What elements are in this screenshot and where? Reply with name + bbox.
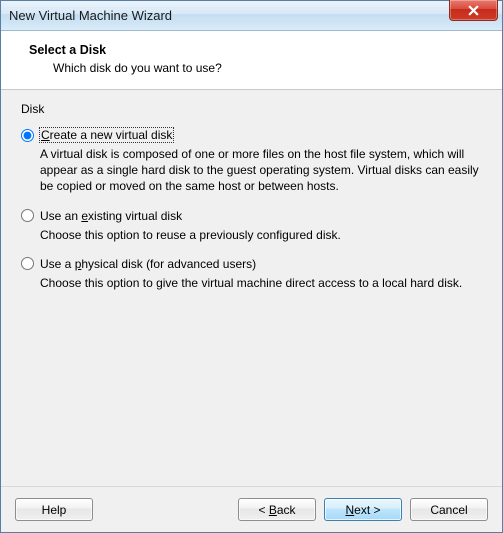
option-create-label: Create a new virtual disk [40, 128, 173, 142]
disk-group-label: Disk [21, 102, 482, 116]
option-physical-label: Use a physical disk (for advanced users) [40, 257, 256, 271]
option-physical-row[interactable]: Use a physical disk (for advanced users) [21, 257, 482, 271]
title-bar: New Virtual Machine Wizard [1, 1, 502, 31]
help-button[interactable]: Help [15, 498, 93, 521]
wizard-footer: Help < Back Next > Cancel [1, 486, 502, 532]
option-physical-desc: Choose this option to give the virtual m… [40, 275, 482, 291]
cancel-button[interactable]: Cancel [410, 498, 488, 521]
option-create-desc: A virtual disk is composed of one or mor… [40, 146, 482, 195]
option-create-row[interactable]: Create a new virtual disk [21, 128, 482, 142]
radio-physical[interactable] [21, 257, 34, 270]
option-create-new-disk: Create a new virtual disk A virtual disk… [21, 128, 482, 195]
option-existing-label: Use an existing virtual disk [40, 209, 182, 223]
radio-existing[interactable] [21, 209, 34, 222]
option-existing-disk: Use an existing virtual disk Choose this… [21, 209, 482, 243]
option-existing-row[interactable]: Use an existing virtual disk [21, 209, 482, 223]
close-icon [467, 5, 480, 16]
page-title: Select a Disk [29, 43, 486, 57]
radio-create[interactable] [21, 129, 34, 142]
page-subtitle: Which disk do you want to use? [53, 61, 486, 75]
wizard-window: New Virtual Machine Wizard Select a Disk… [0, 0, 503, 533]
option-existing-desc: Choose this option to reuse a previously… [40, 227, 482, 243]
back-button[interactable]: < Back [238, 498, 316, 521]
header-panel: Select a Disk Which disk do you want to … [1, 31, 502, 90]
close-button[interactable] [449, 0, 498, 21]
wizard-body: Disk Create a new virtual disk A virtual… [1, 90, 502, 486]
window-title: New Virtual Machine Wizard [9, 8, 172, 23]
option-physical-disk: Use a physical disk (for advanced users)… [21, 257, 482, 291]
next-button[interactable]: Next > [324, 498, 402, 521]
